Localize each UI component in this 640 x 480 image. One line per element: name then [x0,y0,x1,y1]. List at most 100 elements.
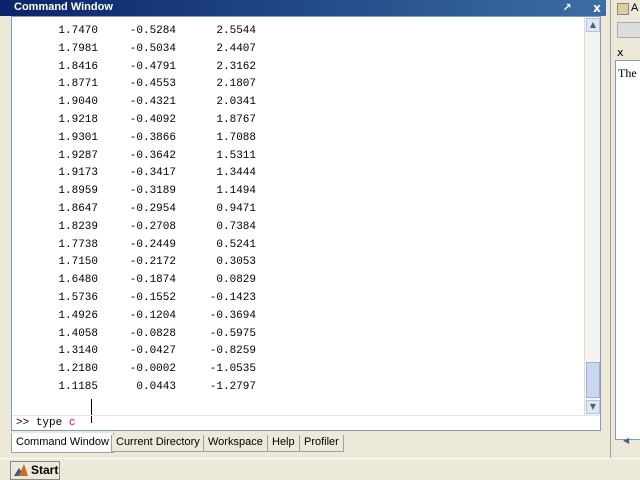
output-value: 1.3140 [58,345,98,358]
output-value: -0.2172 [129,256,176,269]
output-row: 1.9218 -0.4092 1.8767 [12,114,312,131]
output-row: 1.9040 -0.4321 2.0341 [12,96,312,113]
output-value: -0.8259 [209,345,256,358]
output-value: -0.1552 [129,292,176,304]
output-value: 2.3162 [216,60,256,73]
scroll-thumb[interactable] [586,362,600,398]
output-row: 1.7738 -0.2449 0.5241 [12,239,312,256]
output-value: 0.5241 [216,238,256,251]
output-value: 1.7088 [216,131,256,144]
output-value: -0.3417 [129,167,176,180]
output-value: 1.7470 [58,25,98,37]
output-row: 1.3140 -0.0427 -0.8259 [12,345,312,362]
output-value: 1.8416 [58,60,98,73]
output-value: 1.3444 [216,167,256,180]
output-value: 1.4058 [58,327,98,340]
command-prompt[interactable]: >> type c [16,417,75,429]
output-value: 1.8239 [58,220,98,233]
output-value: -0.1423 [209,292,256,304]
tab-command-window[interactable]: Command Window [11,433,114,453]
output-value: 1.6480 [58,274,98,287]
start-button[interactable]: Start [10,461,60,480]
output-value: 1.9287 [58,149,98,162]
output-value: 1.8767 [216,114,256,126]
output-value: 1.5311 [216,149,256,162]
scroll-down-icon[interactable]: ▼ [586,400,600,414]
help-panel-text: The [618,66,637,80]
panel-top-label: A [631,2,639,14]
output-value: -0.5034 [129,42,176,55]
scroll-up-icon[interactable]: ▲ [586,18,600,32]
output-value: -0.3866 [129,131,176,144]
output-row: 1.7470 -0.5284 2.5544 [12,25,312,42]
output-value: 1.5736 [58,292,98,304]
output-row: 1.7150 -0.2172 0.3053 [12,256,312,273]
output-value: -0.0828 [129,327,176,340]
output-value: 1.8647 [58,203,98,215]
tab-bar: Command Window Current Directory Workspace… [11,433,606,453]
output-value: 1.1494 [216,185,256,198]
output-value: 1.7738 [58,238,98,251]
prompt-typed-arg: c [68,417,76,429]
tab-profiler[interactable]: Profiler [299,435,344,452]
close-window-icon[interactable]: x [588,0,606,16]
output-value: 1.7150 [58,256,98,269]
tab-workspace[interactable]: Workspace [203,435,268,452]
panel-close-icon[interactable]: x [617,46,624,59]
output-value: 0.0829 [216,274,256,287]
output-value: 0.0443 [136,381,176,393]
output-value: -0.3189 [129,185,176,198]
output-value: 0.9471 [216,203,256,215]
output-value: -0.4092 [129,114,176,126]
window-title: Command Window [14,1,113,13]
desktop: Command Window ↗ x 1.7470 -0.5284 2.5544 1.… [0,0,640,480]
output-value: -0.3642 [129,149,176,162]
output-row: 1.6480 -0.1874 0.0829 [12,274,312,291]
output-value: 0.3053 [216,256,256,269]
output-row: 1.2180 -0.0002 -1.0535 [12,363,312,380]
output-value: -1.2797 [209,381,256,393]
output-row: 1.8239 -0.2708 0.7384 [12,221,312,238]
output-value: 1.8771 [58,78,98,91]
output-value: 1.4926 [58,309,98,322]
output-value: -0.5975 [209,327,256,340]
output-value: -0.2954 [129,203,176,215]
output-value: -0.3694 [209,309,256,322]
output-value: -0.2708 [129,220,176,233]
output-row: 1.8959 -0.3189 1.1494 [12,185,312,202]
output-value: 1.9218 [58,114,98,126]
output-value: 2.5544 [216,25,256,37]
output-value: -0.5284 [129,25,176,37]
output-row: 1.4926 -0.1204 -0.3694 [12,310,312,327]
panel-scroll-left-icon[interactable]: ◀ [623,436,629,445]
output-row: 1.8771 -0.4553 2.1807 [12,78,312,95]
tab-help[interactable]: Help [267,435,300,452]
output-row: 1.8416 -0.4791 2.3162 [12,61,312,78]
output-value: 1.9040 [58,96,98,109]
panel-icon[interactable] [617,3,629,15]
command-output: 1.7470 -0.5284 2.5544 1.7981 -0.5034 2.4407 1.… [12,25,584,405]
output-value: -0.4553 [129,78,176,91]
output-value: -0.0002 [129,363,176,376]
output-value: -0.4321 [129,96,176,109]
waveform-icon[interactable] [617,22,640,38]
output-value: 1.9301 [58,131,98,144]
output-value: 1.2180 [58,363,98,376]
output-value: 1.1185 [58,381,98,393]
taskbar: Start [0,458,640,480]
tab-current-directory[interactable]: Current Directory [111,435,205,452]
vertical-scrollbar[interactable]: ▲ ▼ [584,17,600,415]
command-window[interactable]: 1.7470 -0.5284 2.5544 1.7981 -0.5034 2.4407 1.… [11,16,601,431]
output-row: 1.8647 -0.2954 0.9471 [12,203,312,220]
output-row: 1.9287 -0.3642 1.5311 [12,150,312,167]
command-window-titlebar[interactable]: Command Window ↗ [0,0,606,16]
text-cursor [91,399,93,423]
right-side-panel: A x The ◀ [610,0,640,460]
prompt-command: type [35,417,63,429]
output-value: 1.7981 [58,42,98,55]
output-row: 1.5736 -0.1552 -0.1423 [12,292,312,309]
output-value: -0.4791 [129,60,176,73]
output-value: -0.2449 [129,238,176,251]
output-row: 1.9173 -0.3417 1.3444 [12,167,312,184]
undock-icon[interactable]: ↗ [560,1,574,14]
